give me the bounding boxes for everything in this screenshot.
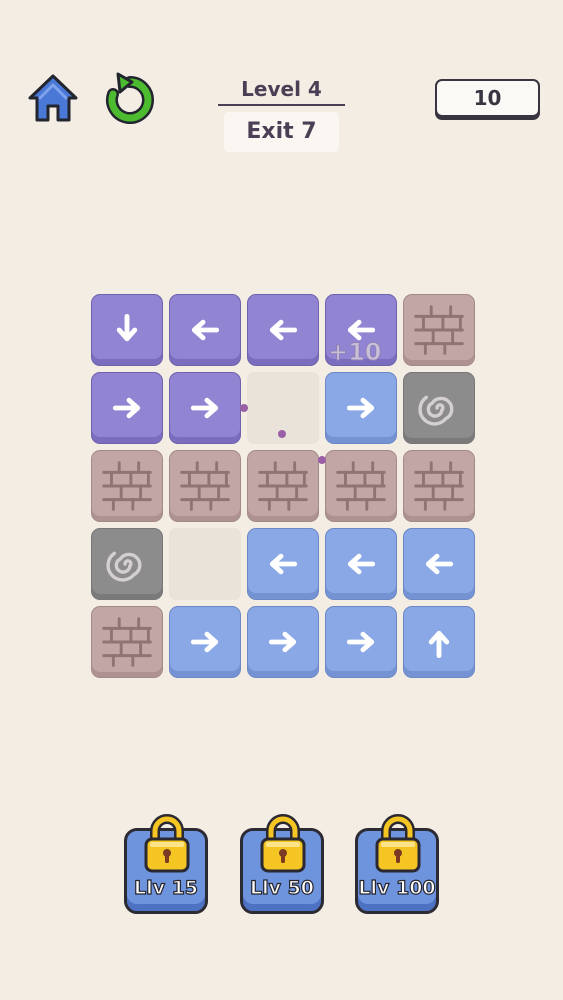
arrow-tile-down[interactable] — [91, 294, 163, 366]
arrow-tile-left[interactable] — [169, 294, 241, 366]
brick-icon — [102, 617, 152, 667]
arrow-tile-up[interactable] — [403, 606, 475, 678]
arrow-down-icon — [116, 313, 138, 342]
brick-tile — [403, 450, 475, 522]
brick-tile — [247, 450, 319, 522]
brick-icon — [180, 461, 230, 511]
arrow-tile-left[interactable] — [247, 294, 319, 366]
home-button[interactable] — [26, 72, 80, 124]
arrow-left-icon — [269, 553, 298, 575]
brick-icon — [102, 461, 152, 511]
trail-dot — [240, 404, 248, 412]
arrow-left-icon — [425, 553, 454, 575]
empty-tile — [169, 528, 241, 600]
arrow-right-icon — [346, 397, 375, 419]
unlock-level-label: Llv 100 — [358, 876, 436, 899]
lock-icon — [260, 814, 306, 873]
home-icon — [28, 74, 78, 122]
arrow-tile-left[interactable] — [247, 528, 319, 600]
brick-tile — [169, 450, 241, 522]
arrow-right-icon — [190, 397, 219, 419]
unlock-button[interactable]: Llv 100 — [355, 814, 439, 914]
unlock-button[interactable]: Llv 50 — [240, 814, 324, 914]
arrow-tile-right[interactable] — [169, 606, 241, 678]
spiral-icon — [106, 551, 142, 582]
brick-icon — [414, 305, 464, 355]
unlock-button[interactable]: Llv 15 — [124, 814, 208, 914]
arrow-tile-right[interactable] — [169, 372, 241, 444]
arrow-left-icon — [269, 319, 298, 341]
arrow-tile-left[interactable] — [403, 528, 475, 600]
arrow-up-icon — [428, 630, 450, 659]
brick-tile — [325, 450, 397, 522]
arrow-right-icon — [190, 631, 219, 653]
brick-tile — [91, 450, 163, 522]
brick-tile — [91, 606, 163, 678]
lock-icon — [375, 814, 421, 873]
score-popup: +10 — [328, 338, 383, 367]
trail-dot — [278, 430, 286, 438]
spiral-icon — [418, 395, 454, 426]
brick-icon — [336, 461, 386, 511]
trail-dot — [318, 456, 326, 464]
unlock-level-label: Llv 15 — [133, 876, 199, 899]
arrow-tile-left[interactable] — [325, 528, 397, 600]
exit-counter: Exit 7 — [224, 112, 339, 152]
arrow-right-icon — [112, 397, 141, 419]
arrow-tile-right[interactable] — [325, 606, 397, 678]
portal-tile — [403, 372, 475, 444]
brick-tile — [403, 294, 475, 366]
score-counter: 10 — [435, 79, 540, 117]
arrow-tile-right[interactable] — [325, 372, 397, 444]
arrow-left-icon — [191, 319, 220, 341]
brick-icon — [414, 461, 464, 511]
arrow-tile-right[interactable] — [247, 606, 319, 678]
unlock-level-label: Llv 50 — [249, 876, 315, 899]
level-label: Level 4 — [218, 74, 345, 106]
arrow-right-icon — [268, 631, 297, 653]
restart-icon — [105, 72, 154, 124]
arrow-right-icon — [346, 631, 375, 653]
restart-button[interactable] — [104, 70, 156, 124]
portal-tile — [91, 528, 163, 600]
brick-icon — [258, 461, 308, 511]
arrow-tile-right[interactable] — [91, 372, 163, 444]
arrow-left-icon — [347, 553, 376, 575]
lock-icon — [144, 814, 190, 873]
